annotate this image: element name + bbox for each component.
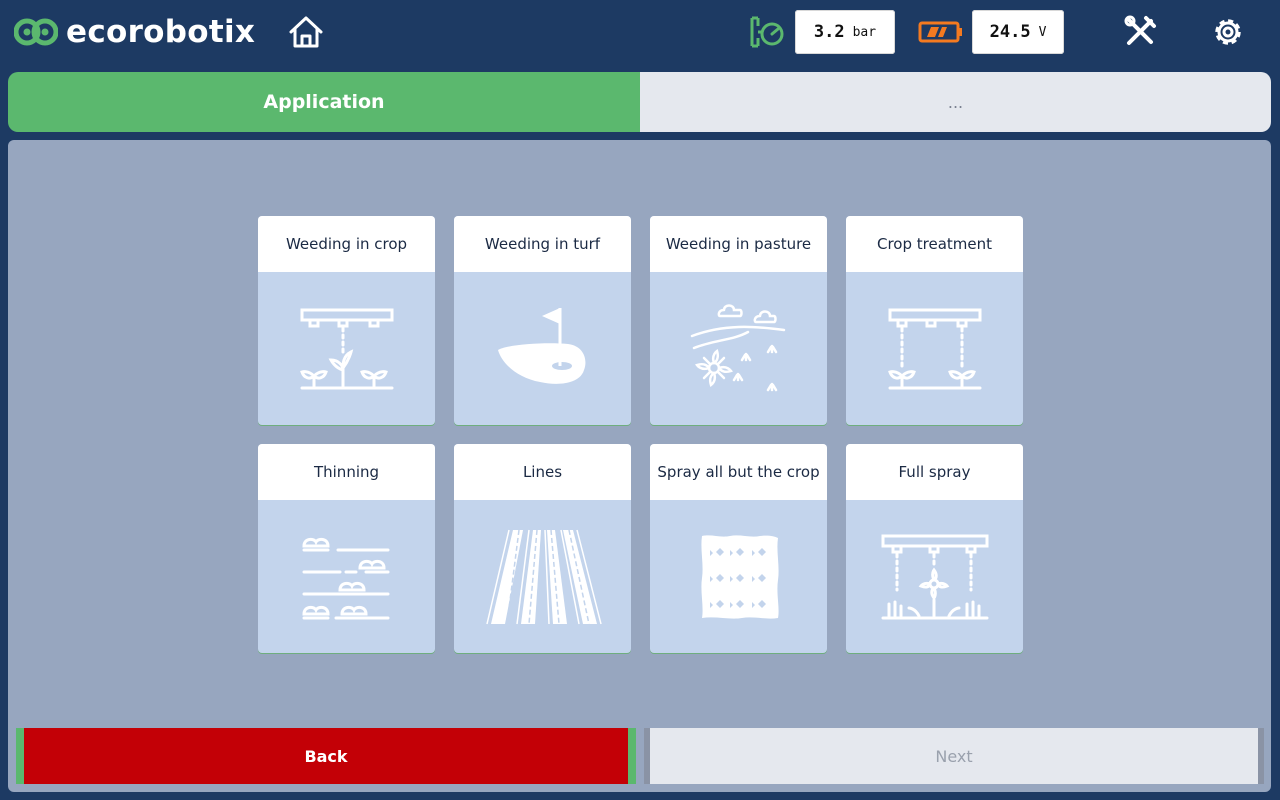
tools-button[interactable] (1122, 12, 1158, 50)
settings-button[interactable] (1208, 12, 1248, 52)
pressure-gauge-icon (748, 14, 788, 50)
tab-next-step: ... (640, 72, 1271, 132)
card-title: Thinning (258, 444, 435, 500)
step-tabs: Application ... (8, 72, 1271, 132)
card-title: Crop treatment (846, 216, 1023, 272)
card-title: Full spray (846, 444, 1023, 500)
lines-icon (454, 500, 631, 653)
tools-icon (1124, 15, 1156, 45)
top-bar: ecorobotix 3.2 bar 24.5 V (0, 0, 1280, 64)
pressure-value: 3.2 (813, 22, 845, 42)
full-spray-icon (846, 500, 1023, 653)
card-weeding-in-crop[interactable]: Weeding in crop (258, 216, 435, 425)
tab-application[interactable]: Application (8, 72, 640, 132)
card-title: Weeding in crop (258, 216, 435, 272)
home-button[interactable] (286, 12, 326, 52)
pressure-unit: bar (852, 24, 877, 40)
voltage-value: 24.5 (989, 22, 1031, 42)
card-title: Weeding in pasture (650, 216, 827, 272)
home-icon (289, 16, 323, 48)
card-full-spray[interactable]: Full spray (846, 444, 1023, 653)
ecorobotix-logo-icon (14, 18, 58, 46)
card-title: Spray all but the crop (650, 444, 827, 500)
card-crop-treatment[interactable]: Crop treatment (846, 216, 1023, 425)
brand-logo: ecorobotix (14, 14, 255, 50)
back-button[interactable]: Back (16, 728, 636, 784)
battery-icon (918, 20, 964, 44)
spray-all-but-crop-icon (650, 500, 827, 653)
card-lines[interactable]: Lines (454, 444, 631, 653)
pressure-readout: 3.2 bar (795, 10, 895, 54)
card-title: Lines (454, 444, 631, 500)
weeding-in-turf-icon (454, 272, 631, 425)
card-spray-all-but-the-crop[interactable]: Spray all but the crop (650, 444, 827, 653)
card-title: Weeding in turf (454, 216, 631, 272)
card-thinning[interactable]: Thinning (258, 444, 435, 653)
next-button[interactable]: Next (644, 728, 1264, 784)
voltage-unit: V (1038, 24, 1047, 40)
weeding-in-crop-icon (258, 272, 435, 425)
application-panel: Weeding in crop Weeding in turf Weeding … (8, 140, 1271, 792)
card-weeding-in-turf[interactable]: Weeding in turf (454, 216, 631, 425)
voltage-readout: 24.5 V (972, 10, 1064, 54)
weeding-in-pasture-icon (650, 272, 827, 425)
brand-name: ecorobotix (66, 14, 256, 50)
thinning-icon (258, 500, 435, 653)
gear-icon (1215, 19, 1241, 45)
crop-treatment-icon (846, 272, 1023, 425)
card-weeding-in-pasture[interactable]: Weeding in pasture (650, 216, 827, 425)
